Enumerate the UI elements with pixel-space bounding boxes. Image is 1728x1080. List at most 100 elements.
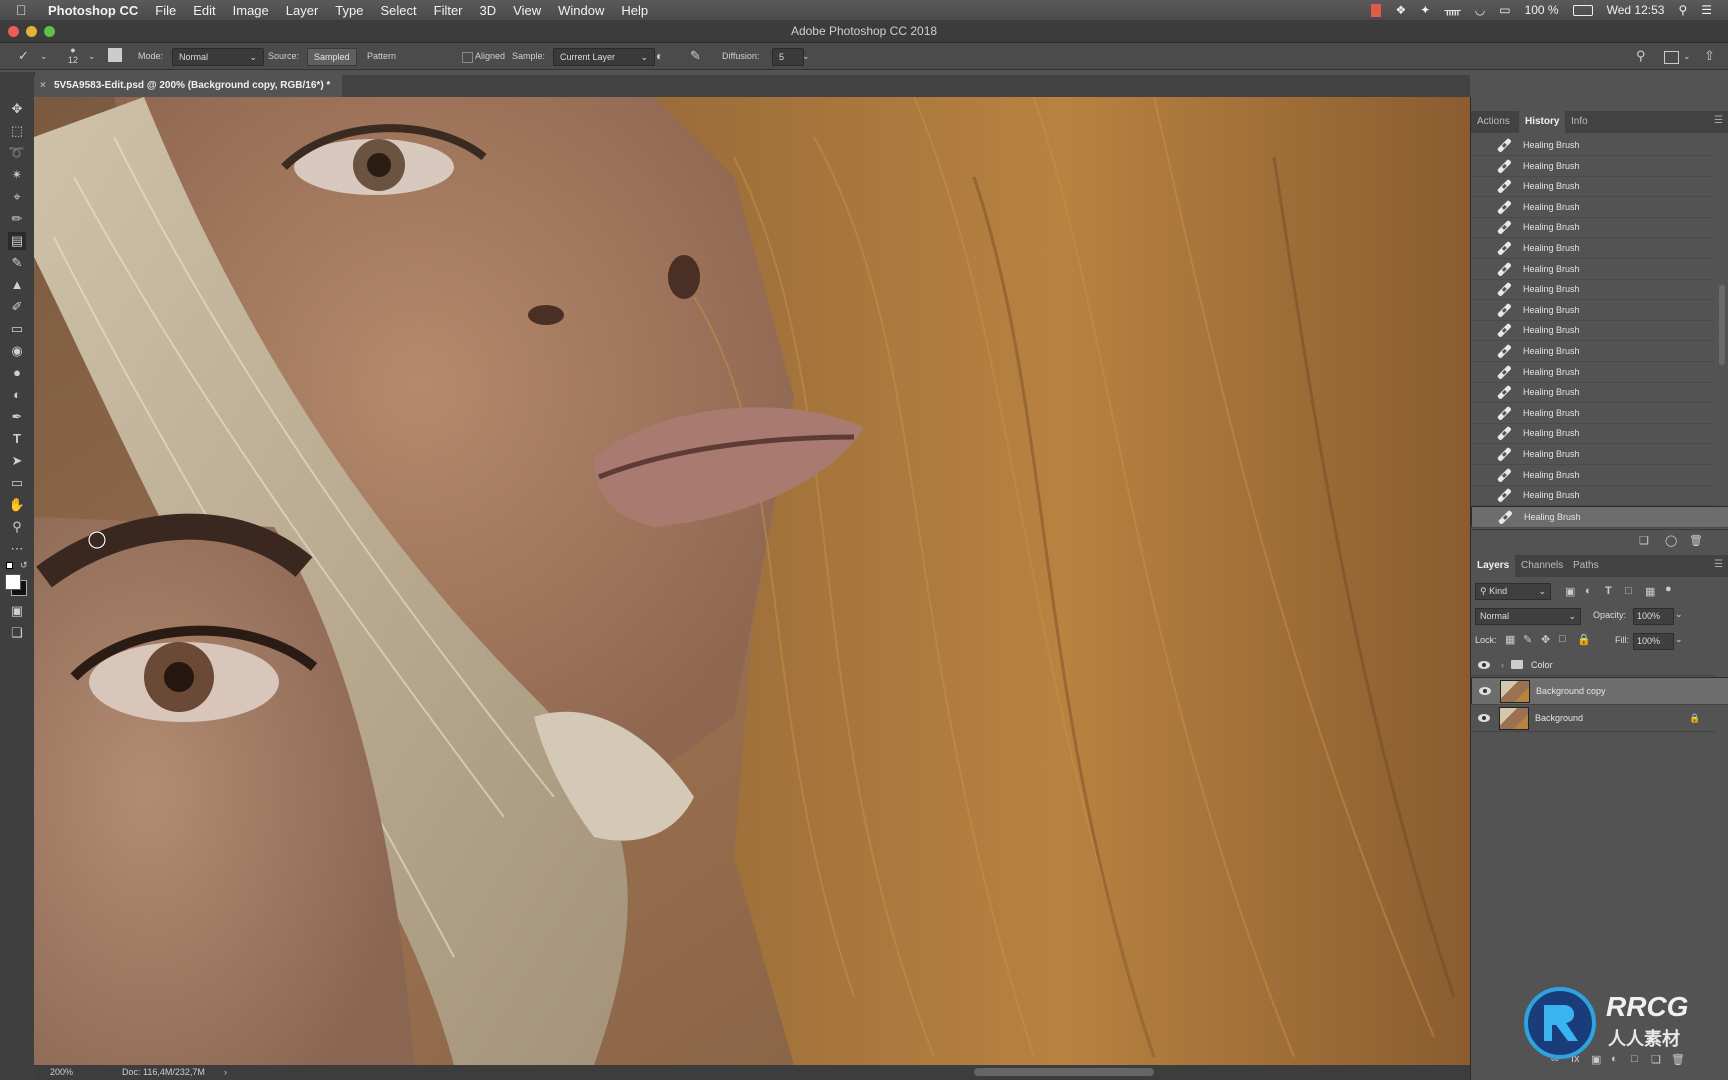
menu-edit[interactable]: Edit [193,3,215,18]
horizontal-scrollbar[interactable] [974,1068,1154,1076]
filter-toggle-icon[interactable]: ● [1665,583,1672,595]
edit-toolbar-icon[interactable]: ⋯ [8,540,26,558]
menu-help[interactable]: Help [621,3,648,18]
menu-type[interactable]: Type [335,3,363,18]
foreground-color-swatch[interactable] [5,574,21,590]
close-window-button[interactable] [8,26,19,37]
lock-image-icon[interactable]: ✎ [1523,633,1532,646]
marquee-tool-icon[interactable]: ⬚ [8,122,26,140]
history-item[interactable]: Healing Brush [1471,341,1715,362]
menu-app-name[interactable]: Photoshop CC [48,3,138,18]
battery-icon[interactable] [1572,4,1593,16]
menu-image[interactable]: Image [233,3,269,18]
aligned-checkbox[interactable] [462,52,473,63]
menu-window[interactable]: Window [558,3,604,18]
workspace-icon[interactable] [1664,51,1679,64]
airplay-icon[interactable]: ▭ [1499,3,1510,17]
menu-select[interactable]: Select [380,3,416,18]
history-item[interactable]: Healing Brush [1471,382,1715,404]
eye-icon[interactable] [1478,661,1490,669]
minimize-window-button[interactable] [26,26,37,37]
chevron-down-icon[interactable]: ⌄ [802,48,810,64]
history-item[interactable]: Healing Brush [1471,259,1715,280]
move-tool-icon[interactable]: ✥ [8,100,26,118]
dodge-tool-icon[interactable]: ◐ [8,386,26,404]
eyedropper-tool-icon[interactable]: ✏ [8,210,26,228]
status-app-icon[interactable] [1371,3,1382,17]
lock-all-icon[interactable]: 🔒 [1577,633,1591,646]
fill-input[interactable]: 100% [1633,633,1674,650]
document-tab[interactable]: × 5V5A9583-Edit.psd @ 200% (Background c… [34,75,343,97]
default-colors-icon[interactable] [6,562,15,571]
chevron-down-icon[interactable]: ⌄ [40,48,48,64]
bluetooth-icon[interactable]: ᚅ [1444,3,1460,17]
clone-stamp-tool-icon[interactable]: ▲ [8,276,26,294]
tab-channels[interactable]: Channels [1515,555,1569,577]
chevron-right-icon[interactable]: › [1501,655,1504,675]
mode-select[interactable]: Normal ⌄ [172,48,264,66]
zoom-tool-icon[interactable]: ⚲ [8,518,26,536]
battery-percent[interactable]: 100 % [1525,3,1559,17]
brush-tool-icon[interactable]: ✎ [8,254,26,272]
chevron-down-icon[interactable]: ⌄ [88,48,96,64]
history-item[interactable]: Healing Brush [1471,403,1715,424]
share-icon[interactable]: ⇧ [1704,48,1715,64]
sample-select[interactable]: Current Layer ⌄ [553,48,655,66]
pattern-button[interactable]: Pattern [361,48,402,64]
menu-view[interactable]: View [513,3,541,18]
layer-row-color-group[interactable]: › Color [1471,655,1715,676]
spotlight-icon[interactable]: ⚲ [1678,3,1687,17]
pressure-size-icon[interactable]: ✎ [690,48,701,64]
filter-pixel-icon[interactable]: ▣ [1565,585,1575,598]
bird-icon[interactable]: ✦ [1420,3,1430,17]
quick-selection-tool-icon[interactable]: ✴ [8,166,26,184]
menu-layer[interactable]: Layer [286,3,319,18]
history-brush-tool-icon[interactable]: ✐ [8,298,26,316]
panel-menu-icon[interactable]: ☰ [1714,559,1723,570]
screen-mode-icon[interactable]: ❏ [8,624,26,642]
close-tab-icon[interactable]: × [40,75,46,97]
filter-adjustment-icon[interactable]: ◐ [1585,585,1592,597]
history-item[interactable]: Healing Brush [1471,320,1715,342]
history-scrollbar[interactable] [1719,285,1725,365]
menu-file[interactable]: File [155,3,176,18]
history-item[interactable]: Healing Brush [1471,423,1715,445]
pen-tool-icon[interactable]: ✒ [8,408,26,426]
menu-filter[interactable]: Filter [434,3,463,18]
quick-mask-icon[interactable]: ▣ [8,602,26,620]
lock-transparent-icon[interactable]: ▦ [1505,633,1515,646]
tab-history[interactable]: History [1519,111,1566,133]
tab-paths[interactable]: Paths [1567,555,1605,577]
history-item[interactable]: Healing Brush [1471,485,1715,507]
filter-type-icon[interactable]: T [1605,585,1612,597]
eye-icon[interactable] [1479,687,1491,695]
paint-bucket-tool-icon[interactable]: ◉ [8,342,26,360]
panel-menu-icon[interactable]: ☰ [1714,115,1723,126]
lock-artboard-icon[interactable]: □ [1559,633,1566,645]
sampled-button[interactable]: Sampled [307,48,357,66]
image-canvas[interactable] [34,97,1470,1065]
rectangle-tool-icon[interactable]: ▭ [8,474,26,492]
opacity-input[interactable]: 100% [1633,608,1674,625]
crop-tool-icon[interactable]: ⌖ [8,188,26,206]
chevron-down-icon[interactable]: ⌄ [1675,634,1683,645]
healing-brush-preset-icon[interactable]: ✓ [18,48,29,64]
zoom-window-button[interactable] [44,26,55,37]
notification-center-icon[interactable]: ☰ [1701,3,1712,17]
brush-size-picker[interactable]: ● 12 [68,45,78,65]
history-item[interactable]: Healing Brush [1471,217,1715,239]
history-item[interactable]: Healing Brush [1471,465,1715,486]
camera-snapshot-icon[interactable]: ◯ [1665,534,1677,547]
blend-mode-select[interactable]: Normal ⌄ [1475,608,1581,625]
layer-filter-kind[interactable]: ⚲ Kind ⌄ [1475,583,1551,600]
history-item[interactable]: Healing Brush [1471,505,1728,528]
lasso-tool-icon[interactable]: ➰ [8,144,26,162]
filter-shape-icon[interactable]: □ [1625,585,1632,597]
history-item[interactable]: Healing Brush [1471,197,1715,218]
dropbox-icon[interactable]: ❖ [1395,3,1406,17]
history-item[interactable]: Healing Brush [1471,135,1715,156]
eraser-tool-icon[interactable]: ▭ [8,320,26,338]
history-item[interactable]: Healing Brush [1471,176,1715,198]
eye-icon[interactable] [1478,714,1490,722]
chevron-down-icon[interactable]: ⌄ [1683,48,1691,64]
